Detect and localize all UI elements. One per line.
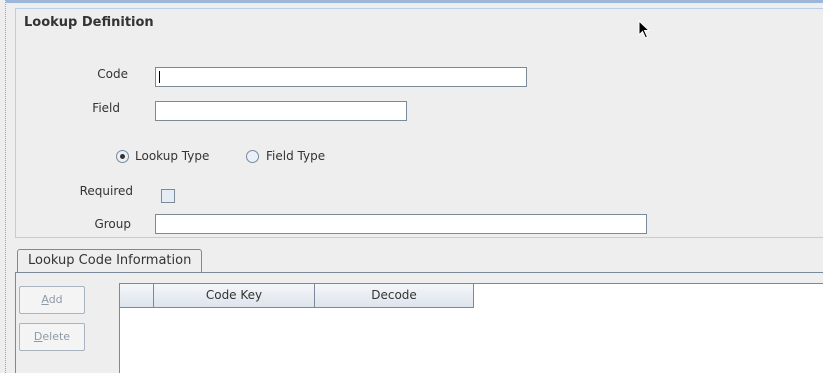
group-input[interactable] (155, 214, 647, 234)
left-dotted-border (0, 0, 6, 373)
lookup-type-label[interactable]: Lookup Type (135, 149, 209, 163)
required-label: Required (79, 184, 133, 198)
field-input[interactable] (155, 101, 407, 121)
table-header-code-key[interactable]: Code Key (154, 284, 315, 308)
lookup-code-table[interactable]: Code Key Decode (119, 283, 823, 373)
text-caret (159, 71, 160, 83)
field-label: Field (92, 101, 120, 115)
mouse-pointer-icon (638, 20, 651, 39)
group-label: Group (94, 217, 131, 231)
lookup-type-radio[interactable] (116, 150, 129, 163)
field-type-radio[interactable] (246, 150, 259, 163)
tab-lookup-code-information[interactable]: Lookup Code Information (17, 249, 203, 273)
lookup-definition-panel (15, 8, 823, 238)
table-header-decode[interactable]: Decode (315, 284, 474, 308)
field-type-label[interactable]: Field Type (266, 149, 325, 163)
add-button-rest: dd (48, 293, 63, 306)
delete-button-rest: elete (42, 330, 71, 343)
code-label: Code (97, 67, 128, 81)
table-header-select[interactable] (120, 284, 154, 308)
window-top-border (0, 0, 823, 3)
required-checkbox[interactable] (161, 189, 175, 203)
panel-title: Lookup Definition (22, 15, 156, 30)
add-button[interactable]: Add (19, 286, 85, 314)
add-button-mnemonic: A (41, 293, 49, 306)
code-input[interactable] (155, 67, 527, 87)
delete-button[interactable]: Delete (19, 323, 85, 351)
